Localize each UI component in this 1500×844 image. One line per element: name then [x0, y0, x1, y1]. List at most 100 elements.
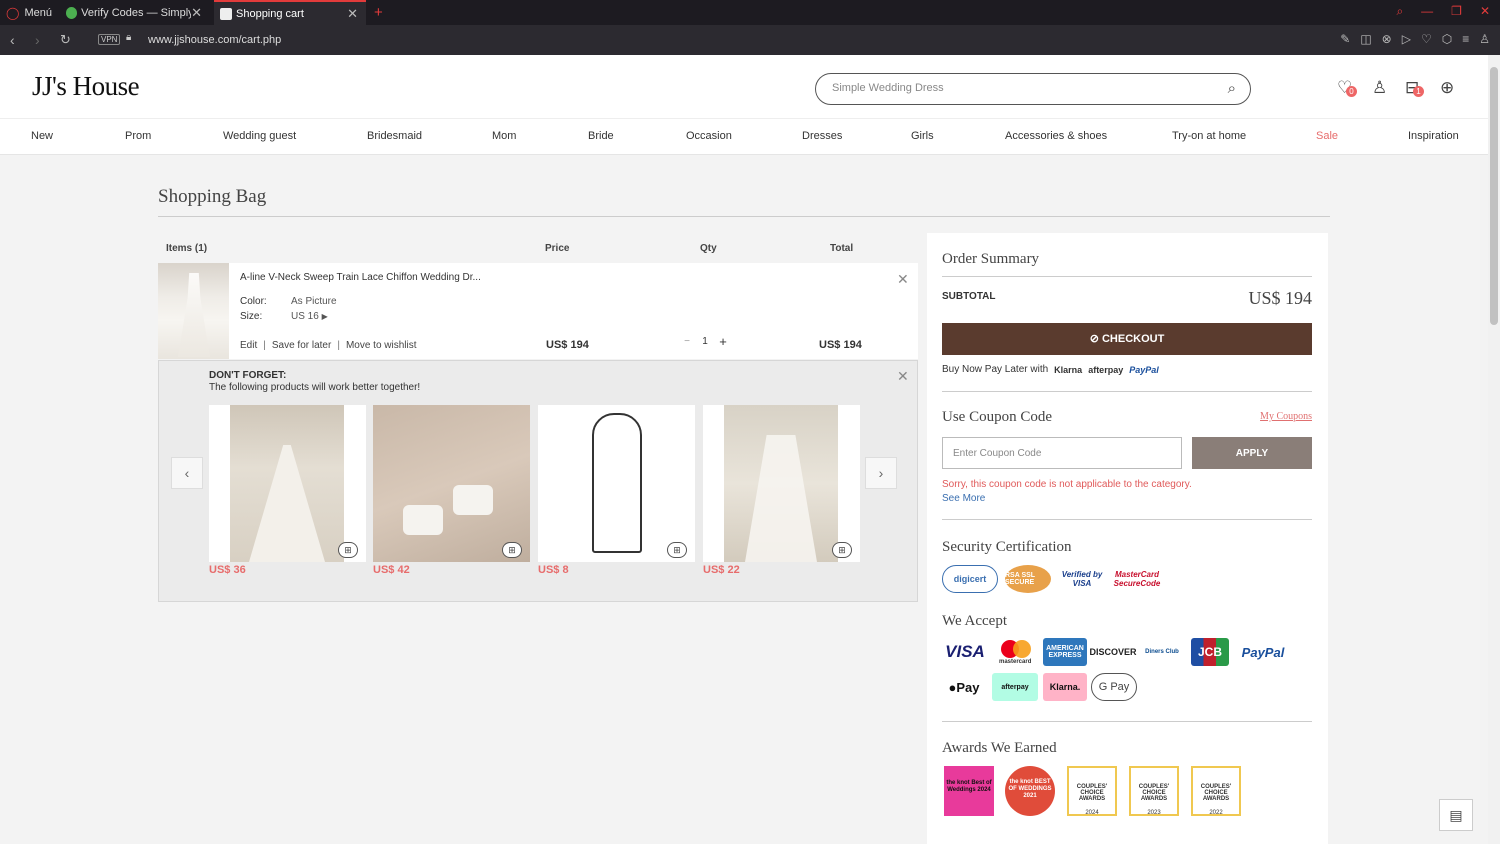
browser-tab-verify-codes[interactable]: Verify Codes — SimplyCod ✕: [60, 0, 210, 25]
subtotal-value: US$ 194: [1248, 288, 1312, 308]
back-icon[interactable]: ‹: [10, 32, 15, 48]
close-panel-icon[interactable]: ✕: [897, 368, 909, 385]
edit-icon[interactable]: ✎: [1340, 32, 1350, 46]
close-tab-icon[interactable]: ✕: [347, 6, 358, 22]
garment-bag-image: [592, 413, 642, 553]
qty-value[interactable]: 1: [696, 336, 714, 347]
heart-icon[interactable]: ♡: [1421, 32, 1432, 46]
award-text: COUPLES' CHOICE AWARDS: [1200, 784, 1232, 802]
site-logo[interactable]: JJ's House: [32, 71, 140, 102]
url-field[interactable]: www.jjshouse.com/cart.php: [148, 34, 281, 46]
award-year: 2024: [1085, 810, 1099, 816]
bag-count-badge: 1: [1413, 86, 1424, 97]
search-input[interactable]: [832, 82, 1202, 94]
account-icon[interactable]: ♙: [1372, 78, 1387, 98]
add-to-bag-icon[interactable]: ⊞: [338, 542, 358, 558]
search-tabs-icon[interactable]: ⌕: [1396, 4, 1403, 19]
award-text: COUPLES' CHOICE AWARDS: [1138, 784, 1170, 802]
save-for-later-link[interactable]: Save for later: [272, 340, 331, 351]
reload-icon[interactable]: ↻: [60, 32, 71, 48]
apple-pay-logo: ● Pay: [942, 673, 986, 701]
remove-item-icon[interactable]: ✕: [897, 271, 909, 288]
column-header-qty: Qty: [700, 243, 717, 254]
move-to-wishlist-link[interactable]: Move to wishlist: [346, 340, 417, 351]
browser-toolbar-icons: ✎ ◫ ⊗ ▷ ♡ ⬡ ≡ ♙: [1340, 32, 1490, 46]
product-thumbnail[interactable]: [158, 263, 229, 359]
lock-icon: 🔒︎: [126, 32, 132, 43]
forward-icon[interactable]: ›: [35, 32, 40, 48]
block-icon[interactable]: ⊗: [1382, 32, 1392, 46]
caret-right-icon: ▶: [321, 312, 328, 321]
new-tab-button[interactable]: +: [368, 0, 388, 25]
add-to-bag-icon[interactable]: ⊞: [502, 542, 522, 558]
cube-icon[interactable]: ⬡: [1442, 32, 1452, 46]
vpn-badge[interactable]: VPN: [98, 34, 121, 45]
increase-qty-button[interactable]: +: [714, 334, 732, 349]
opera-icon: ◯: [6, 5, 20, 20]
buy-now-pay-later: Buy Now Pay Later with Klarna afterpay P…: [942, 364, 1159, 375]
apply-coupon-button[interactable]: APPLY: [1192, 437, 1312, 469]
page-scrollbar[interactable]: [1488, 55, 1500, 844]
decrease-qty-button[interactable]: −: [678, 336, 696, 347]
product-card-sandals[interactable]: ⊞: [373, 405, 530, 562]
product-name[interactable]: A-line V-Neck Sweep Train Lace Chiffon W…: [240, 272, 481, 283]
wishlist-count-badge: 0: [1346, 86, 1357, 97]
see-more-link[interactable]: See More: [942, 493, 985, 504]
nav-item-accessories-shoes[interactable]: Accessories & shoes: [1005, 130, 1107, 142]
cart-item: A-line V-Neck Sweep Train Lace Chiffon W…: [158, 263, 918, 359]
carousel-next-button[interactable]: ›: [865, 457, 897, 489]
afterpay-logo: afterpay: [1088, 364, 1124, 375]
browser-tab-shopping-cart[interactable]: Shopping cart ✕: [214, 0, 366, 25]
restore-icon[interactable]: ❐: [1451, 4, 1462, 19]
dont-forget-panel: DON'T FORGET: The following products wil…: [158, 360, 918, 602]
send-icon[interactable]: ▷: [1402, 32, 1411, 46]
nav-item-wedding-guest[interactable]: Wedding guest: [223, 130, 296, 142]
column-header-total: Total: [830, 243, 854, 254]
nav-item-try-on-at-home[interactable]: Try-on at home: [1172, 130, 1246, 142]
product-card-garment-bag[interactable]: ⊞: [538, 405, 695, 562]
nav-item-girls[interactable]: Girls: [911, 130, 934, 142]
search-icon[interactable]: ⌕: [1228, 80, 1236, 97]
nav-item-mom[interactable]: Mom: [492, 130, 516, 142]
rsa-ssl-logo: RSA SSL SECURE: [1005, 565, 1051, 593]
nav-item-new[interactable]: New: [31, 130, 53, 142]
camera-icon[interactable]: ◫: [1360, 32, 1371, 46]
checkout-label: CHECKOUT: [1101, 333, 1165, 345]
close-window-icon[interactable]: ✕: [1480, 4, 1490, 19]
edit-link[interactable]: Edit: [240, 340, 257, 351]
nav-item-sale[interactable]: Sale: [1316, 130, 1338, 142]
size-selector[interactable]: US 16 ▶: [291, 311, 328, 322]
profile-icon[interactable]: ♙: [1479, 32, 1490, 46]
chat-icon[interactable]: ▤: [1439, 799, 1473, 831]
nav-item-occasion[interactable]: Occasion: [686, 130, 732, 142]
nav-item-prom[interactable]: Prom: [125, 130, 151, 142]
my-coupons-link[interactable]: My Coupons: [1260, 411, 1312, 422]
product-card-veil[interactable]: ⊞: [209, 405, 366, 562]
nav-item-inspiration[interactable]: Inspiration: [1408, 130, 1459, 142]
divider: [942, 721, 1312, 722]
product-card-veil-back[interactable]: ⊞: [703, 405, 860, 562]
nav-item-bridesmaid[interactable]: Bridesmaid: [367, 130, 422, 142]
globe-icon[interactable]: ⊕: [1440, 78, 1454, 98]
klarna-logo: Klarna.: [1043, 673, 1087, 701]
window-controls: ⌕ — ❐ ✕: [1396, 4, 1490, 19]
nav-item-dresses[interactable]: Dresses: [802, 130, 842, 142]
coupon-code-input[interactable]: [942, 437, 1182, 469]
scrollbar-thumb[interactable]: [1490, 67, 1498, 325]
product-price: US$ 22: [703, 564, 740, 576]
menu-icon[interactable]: ≡: [1462, 32, 1469, 46]
checkout-button[interactable]: ⊘ CHECKOUT: [942, 323, 1312, 355]
couples-choice-award-2023: COUPLES' CHOICE AWARDS 2023: [1129, 766, 1179, 816]
close-tab-icon[interactable]: ✕: [191, 5, 202, 21]
carousel-prev-button[interactable]: ‹: [171, 457, 203, 489]
add-to-bag-icon[interactable]: ⊞: [667, 542, 687, 558]
apple-pay-label: Pay: [956, 679, 980, 695]
minimize-icon[interactable]: —: [1421, 4, 1433, 19]
award-year: 2023: [1147, 810, 1161, 816]
security-title: Security Certification: [942, 539, 1072, 555]
nav-item-bride[interactable]: Bride: [588, 130, 614, 142]
add-to-bag-icon[interactable]: ⊞: [832, 542, 852, 558]
browser-menu-button[interactable]: ◯ Menú: [0, 0, 56, 25]
divider: [942, 391, 1312, 392]
jjshouse-icon: [220, 7, 232, 20]
